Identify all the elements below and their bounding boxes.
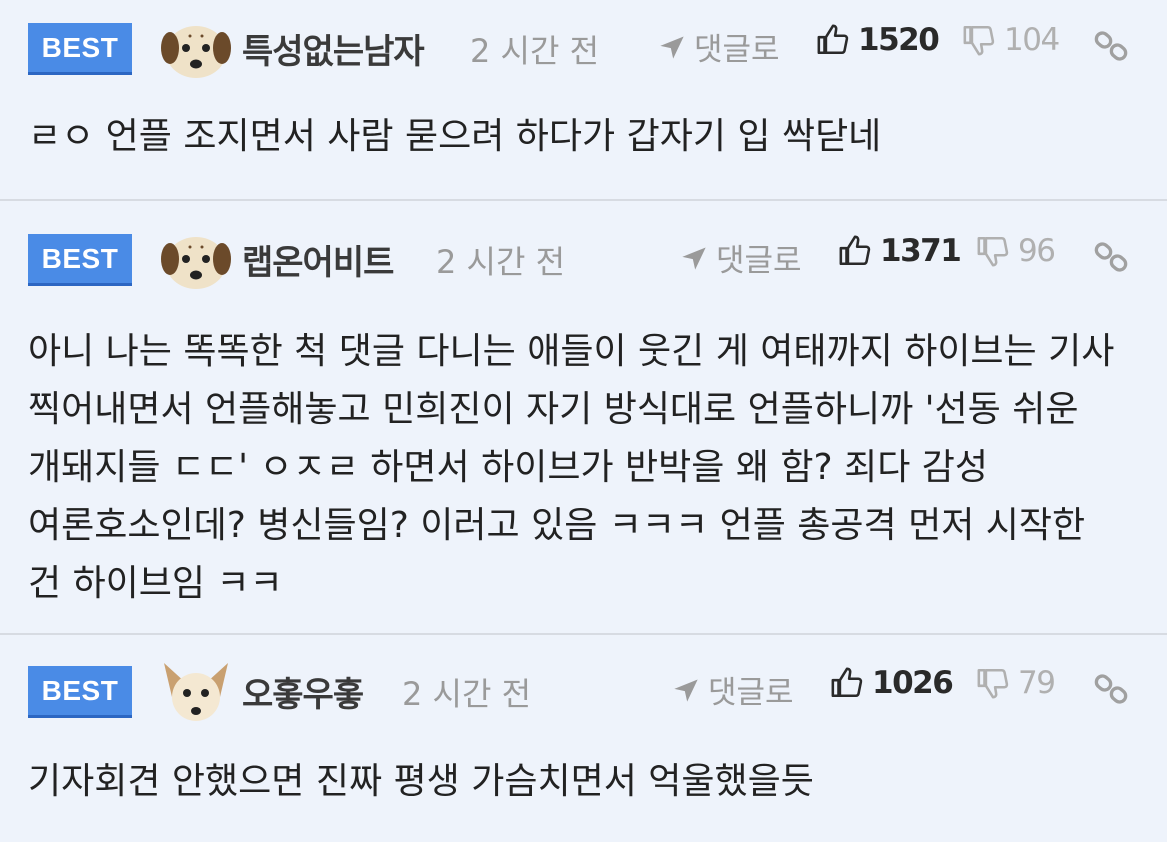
thumbs-down-icon <box>977 236 1009 267</box>
comment-text: 아니 나는 똑똑한 척 댓글 다니는 애들이 웃긴 게 여태까지 하이브는 기사… <box>28 331 1126 604</box>
comment-item: BEST 랩온어비트 2 시간 전 댓글로 1371 96 아니 나는 똑똑한 … <box>0 201 1167 635</box>
dislike-count: 96 <box>1018 233 1056 269</box>
comment-timestamp: 2 시간 전 <box>402 675 532 713</box>
link-icon[interactable] <box>1093 239 1129 275</box>
dislike-button[interactable]: 79 <box>976 665 1056 701</box>
thumbs-up-icon <box>839 235 871 266</box>
comment-meta: BEST 특성없는남자 2 시간 전 댓글로 1520 104 <box>0 6 1167 78</box>
comment-meta: BEST 오홓우홓 2 시간 전 댓글로 1026 79 <box>0 649 1167 721</box>
username[interactable]: 특성없는남자 <box>242 24 425 73</box>
best-badge: BEST <box>28 234 132 286</box>
send-arrow-icon <box>682 247 706 270</box>
puppy-face-icon[interactable] <box>160 18 232 82</box>
comment-timestamp: 2 시간 전 <box>470 32 600 70</box>
username[interactable]: 랩온어비트 <box>242 235 394 284</box>
reply-label: 댓글로 <box>694 32 780 68</box>
dislike-count: 104 <box>1004 22 1060 58</box>
best-badge: BEST <box>28 23 132 75</box>
comment-text: ㄹㅇ 언플 조지면서 사람 묻으려 하다가 갑자기 입 싹닫네 <box>28 116 882 157</box>
like-count: 1026 <box>872 665 954 701</box>
comment-text: 기자회견 안했으면 진짜 평생 가슴치면서 억울했을듯 <box>28 761 814 802</box>
comment-timestamp: 2 시간 전 <box>436 243 566 281</box>
chihuahua-face-icon[interactable] <box>160 661 232 725</box>
like-button[interactable]: 1026 <box>830 665 954 701</box>
send-arrow-icon <box>674 679 698 702</box>
thumbs-down-icon <box>963 25 995 56</box>
send-arrow-icon <box>660 36 684 59</box>
dislike-button[interactable]: 96 <box>976 233 1056 269</box>
like-count: 1520 <box>858 22 940 58</box>
link-icon[interactable] <box>1093 28 1129 64</box>
best-badge: BEST <box>28 666 132 718</box>
reply-label: 댓글로 <box>716 243 802 279</box>
thumbs-up-icon <box>817 24 849 55</box>
like-count: 1371 <box>880 233 962 269</box>
username[interactable]: 오홓우홓 <box>242 667 364 716</box>
dislike-count: 79 <box>1018 665 1056 701</box>
thumbs-down-icon <box>977 668 1009 699</box>
reply-button[interactable]: 댓글로 <box>658 24 780 69</box>
comment-item: BEST 특성없는남자 2 시간 전 댓글로 1520 104 ㄹㅇ 언플 조지… <box>0 0 1167 201</box>
reply-button[interactable]: 댓글로 <box>672 667 794 712</box>
thumbs-up-icon <box>831 667 863 698</box>
like-button[interactable]: 1520 <box>816 22 940 58</box>
like-button[interactable]: 1371 <box>838 233 962 269</box>
reply-button[interactable]: 댓글로 <box>680 235 802 280</box>
reply-label: 댓글로 <box>708 675 794 711</box>
comment-meta: BEST 랩온어비트 2 시간 전 댓글로 1371 96 <box>0 217 1167 289</box>
dislike-button[interactable]: 104 <box>962 22 1060 58</box>
puppy-face-icon[interactable] <box>160 229 232 293</box>
comment-item: BEST 오홓우홓 2 시간 전 댓글로 1026 79 기자회견 안했으면 진… <box>0 635 1167 842</box>
link-icon[interactable] <box>1093 671 1129 707</box>
